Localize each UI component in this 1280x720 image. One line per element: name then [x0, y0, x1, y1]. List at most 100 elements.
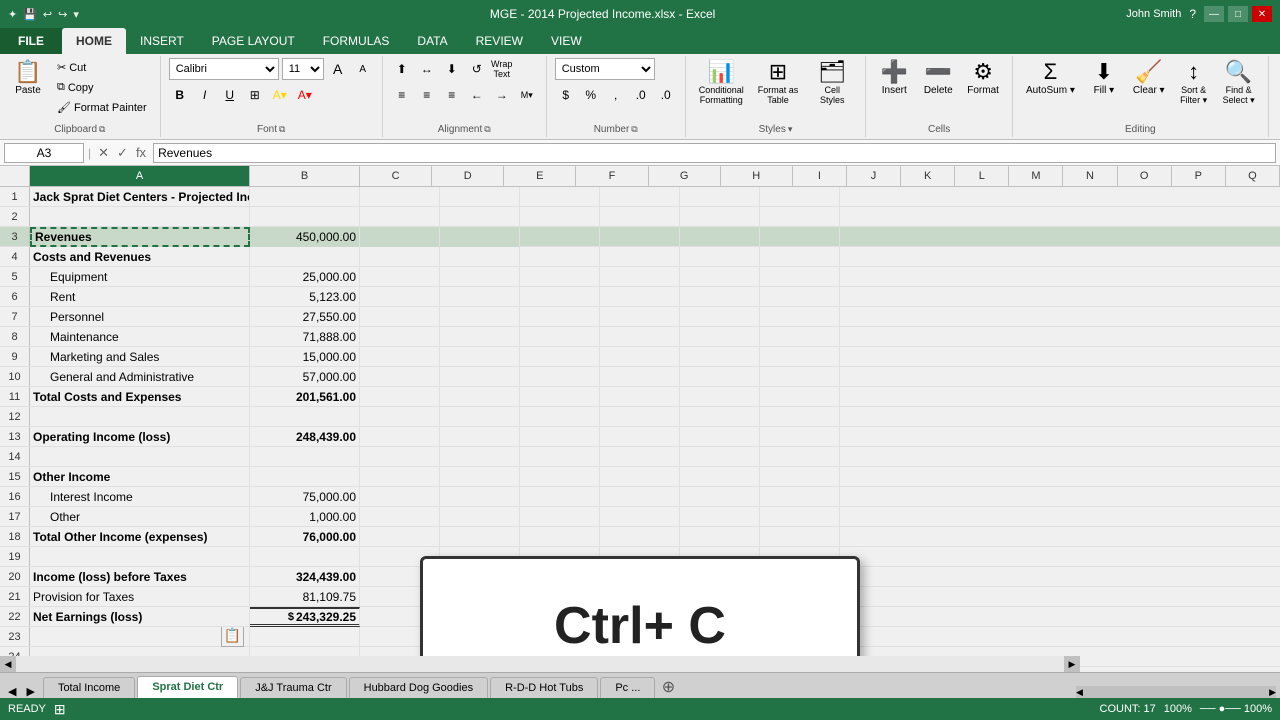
cell-c14[interactable] [360, 447, 440, 467]
help-icon[interactable]: ? [1189, 7, 1196, 21]
row-num-6[interactable]: 6 [0, 287, 30, 306]
font-color-button[interactable]: A▾ [294, 84, 316, 106]
row-num-9[interactable]: 9 [0, 347, 30, 366]
row-num-4[interactable]: 4 [0, 247, 30, 266]
scroll-track[interactable] [16, 656, 1064, 672]
cell-g1[interactable] [680, 187, 760, 207]
cell-c13[interactable] [360, 427, 440, 447]
cell-b19[interactable] [250, 547, 360, 567]
col-header-i[interactable]: I [793, 166, 847, 186]
cell-b18[interactable]: 76,000.00 [250, 527, 360, 547]
cell-h3[interactable] [760, 227, 840, 247]
cell-e8[interactable] [520, 327, 600, 347]
cell-g7[interactable] [680, 307, 760, 327]
row-num-3[interactable]: 3 [0, 227, 30, 246]
cell-a17[interactable]: Other [30, 507, 250, 527]
cell-g8[interactable] [680, 327, 760, 347]
cell-b1[interactable] [250, 187, 360, 207]
increase-font-button[interactable]: A [327, 58, 349, 80]
cell-f16[interactable] [600, 487, 680, 507]
cell-e2[interactable] [520, 207, 600, 227]
cell-g16[interactable] [680, 487, 760, 507]
row-num-14[interactable]: 14 [0, 447, 30, 466]
sheet-tab-rdd-hot-tubs[interactable]: R-D-D Hot Tubs [490, 677, 598, 698]
cell-d3[interactable] [440, 227, 520, 247]
col-header-j[interactable]: J [847, 166, 901, 186]
cell-f9[interactable] [600, 347, 680, 367]
cell-b9[interactable]: 15,000.00 [250, 347, 360, 367]
cell-e11[interactable] [520, 387, 600, 407]
row-num-15[interactable]: 15 [0, 467, 30, 486]
col-header-h[interactable]: H [721, 166, 793, 186]
cell-f3[interactable] [600, 227, 680, 247]
sort-filter-button[interactable]: ↕ Sort &Filter ▾ [1174, 58, 1214, 109]
merge-center-button[interactable]: M▾ [516, 84, 538, 106]
italic-button[interactable]: I [194, 84, 216, 106]
row-num-16[interactable]: 16 [0, 487, 30, 506]
tab-home[interactable]: HOME [62, 28, 126, 54]
cell-g5[interactable] [680, 267, 760, 287]
sheet-scroll-right[interactable]: ▶ [1269, 687, 1276, 698]
cell-h7[interactable] [760, 307, 840, 327]
cell-c7[interactable] [360, 307, 440, 327]
text-direction-button[interactable]: ↺ [466, 58, 488, 80]
quick-access-toolbar[interactable]: ✦ 💾 ↩ ↪ ▾ [8, 8, 79, 21]
cell-h18[interactable] [760, 527, 840, 547]
cell-a9[interactable]: Marketing and Sales [30, 347, 250, 367]
alignment-expand-icon[interactable]: ⧉ [484, 124, 490, 135]
cell-a22[interactable]: Net Earnings (loss) [30, 607, 250, 627]
formula-input[interactable] [153, 143, 1276, 163]
cell-a8[interactable]: Maintenance [30, 327, 250, 347]
row-num-1[interactable]: 1 [0, 187, 30, 206]
cell-g11[interactable] [680, 387, 760, 407]
redo-icon[interactable]: ↪ [58, 8, 67, 21]
format-button[interactable]: ⚙ Format [962, 58, 1004, 99]
cell-d12[interactable] [440, 407, 520, 427]
underline-button[interactable]: U [219, 84, 241, 106]
row-num-21[interactable]: 21 [0, 587, 30, 606]
col-header-l[interactable]: L [955, 166, 1009, 186]
cell-e14[interactable] [520, 447, 600, 467]
borders-button[interactable]: ⊞ [244, 84, 266, 106]
sheet-scroll-left[interactable]: ◀ [1076, 687, 1083, 698]
col-header-q[interactable]: Q [1226, 166, 1280, 186]
cell-d8[interactable] [440, 327, 520, 347]
number-expand-icon[interactable]: ⧉ [631, 124, 637, 135]
cell-a19[interactable] [30, 547, 250, 567]
col-header-g[interactable]: G [649, 166, 721, 186]
cell-h17[interactable] [760, 507, 840, 527]
cell-h9[interactable] [760, 347, 840, 367]
cell-e18[interactable] [520, 527, 600, 547]
font-name-select[interactable]: Calibri [169, 58, 279, 80]
cell-c5[interactable] [360, 267, 440, 287]
cell-g13[interactable] [680, 427, 760, 447]
cell-d2[interactable] [440, 207, 520, 227]
row-num-12[interactable]: 12 [0, 407, 30, 426]
font-size-select[interactable]: 11 [282, 58, 324, 80]
indent-decrease-button[interactable]: ← [466, 84, 488, 106]
col-header-k[interactable]: K [901, 166, 955, 186]
cell-f10[interactable] [600, 367, 680, 387]
cell-b23[interactable] [250, 627, 360, 647]
number-format-select[interactable]: Custom [555, 58, 655, 80]
cell-f18[interactable] [600, 527, 680, 547]
cell-e7[interactable] [520, 307, 600, 327]
paste-options-icon[interactable]: 📋 [221, 627, 244, 647]
cell-a12[interactable] [30, 407, 250, 427]
cell-b5[interactable]: 25,000.00 [250, 267, 360, 287]
cell-g14[interactable] [680, 447, 760, 467]
row-num-20[interactable]: 20 [0, 567, 30, 586]
cell-h13[interactable] [760, 427, 840, 447]
cell-g18[interactable] [680, 527, 760, 547]
cell-a4[interactable]: Costs and Revenues [30, 247, 250, 267]
col-header-o[interactable]: O [1118, 166, 1172, 186]
cell-d10[interactable] [440, 367, 520, 387]
cell-e10[interactable] [520, 367, 600, 387]
sheet-tab-sprat-diet-ctr[interactable]: Sprat Diet Ctr [137, 676, 238, 698]
copy-button[interactable]: ⧉ Copy [52, 78, 152, 97]
align-middle-button[interactable]: ↔ [416, 58, 438, 80]
decimal-increase-button[interactable]: .0 [630, 84, 652, 106]
cell-f8[interactable] [600, 327, 680, 347]
cell-f15[interactable] [600, 467, 680, 487]
cell-h4[interactable] [760, 247, 840, 267]
